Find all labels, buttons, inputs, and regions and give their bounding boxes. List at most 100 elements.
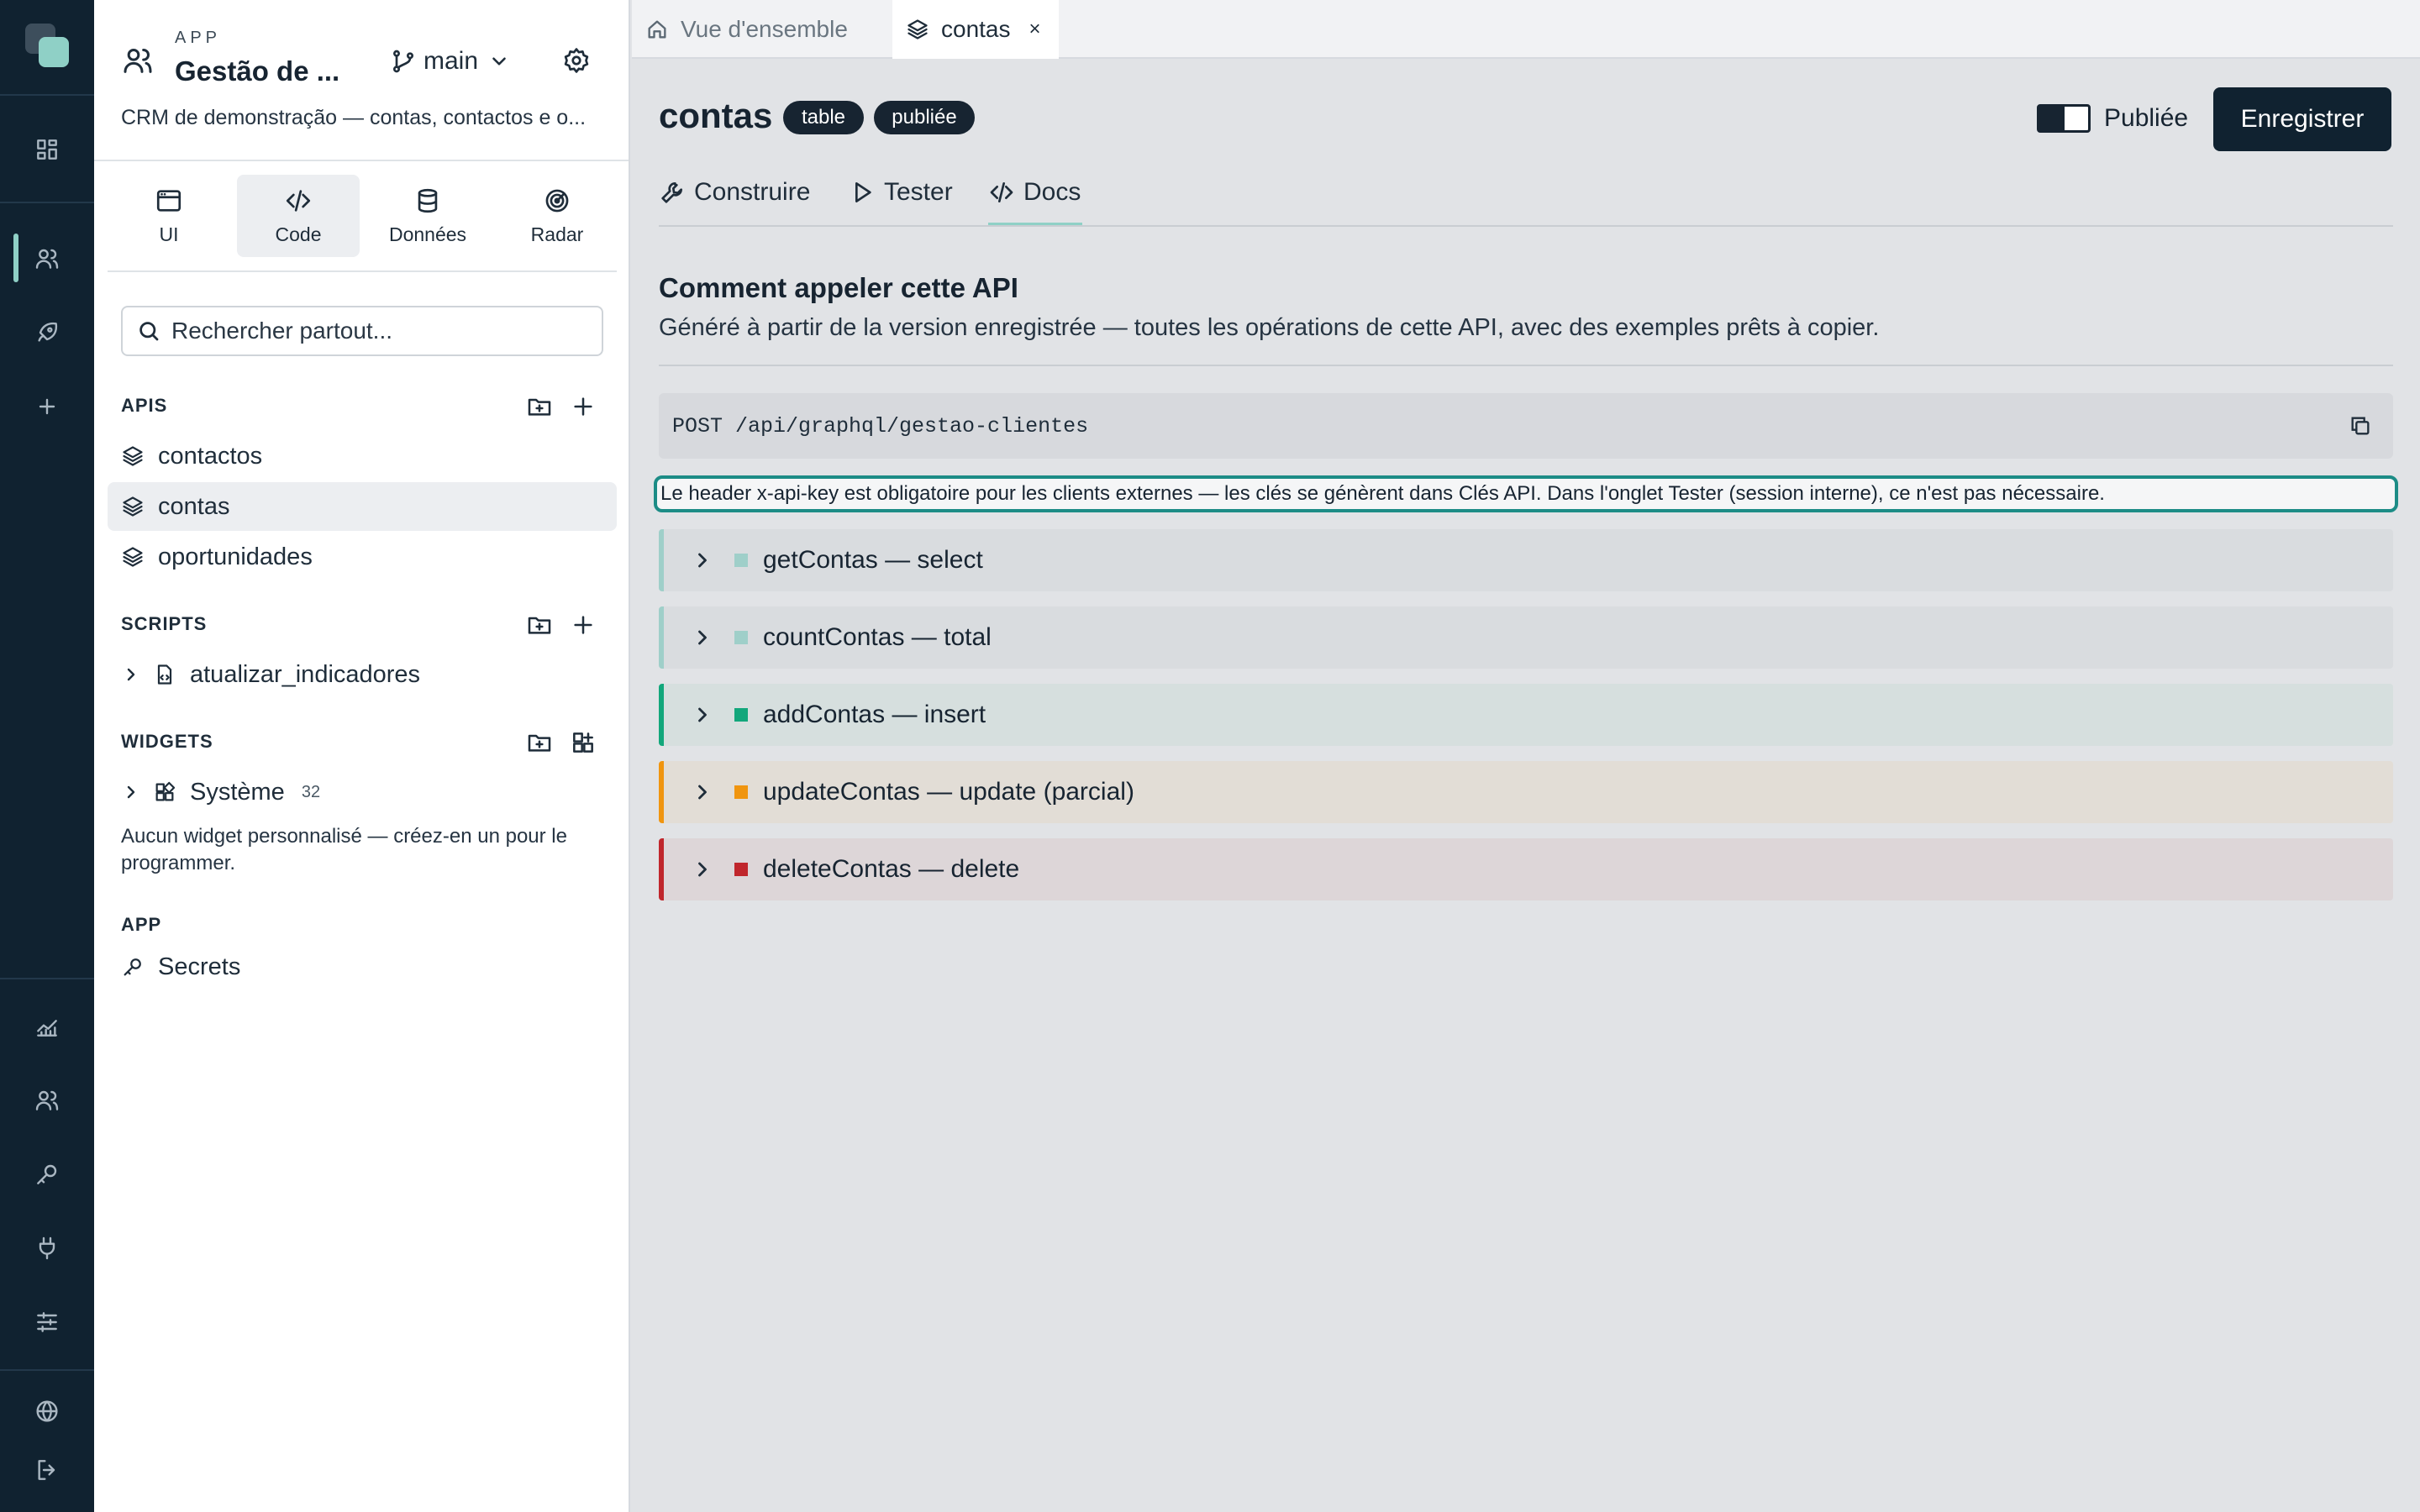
endpoint-box: POST /api/graphql/gestao-clientes (659, 393, 2393, 459)
publish-toggle[interactable] (2037, 104, 2091, 133)
tool-tab-code[interactable]: Code (237, 175, 360, 257)
chevron-right-icon (698, 862, 707, 877)
sliders-icon[interactable] (24, 1299, 71, 1346)
layers-icon (123, 496, 143, 517)
operation-label: updateContas — update (parcial) (763, 778, 1134, 806)
folder-plus-icon (528, 398, 551, 416)
tab-label: contas (941, 16, 1011, 42)
chevron-right-icon (698, 785, 707, 800)
chevron-right-icon (698, 630, 707, 645)
chevron-right-icon (127, 668, 135, 681)
add-script-button[interactable] (566, 608, 600, 642)
copy-icon (2351, 417, 2370, 435)
operation-type-marker (734, 554, 748, 567)
status-badge: publiée (874, 101, 975, 134)
api-item-label: contactos (158, 442, 263, 470)
section-heading: Comment appeler cette API (659, 272, 1018, 303)
rocket-icon[interactable] (24, 309, 71, 356)
tab-contas[interactable]: contas × (892, 0, 1059, 59)
widgets-empty-note: Aucun widget personnalisé — créez-en un … (121, 825, 567, 874)
api-item-contactos[interactable]: contactos (108, 432, 617, 480)
operation-row[interactable]: addContas — insert (659, 684, 2393, 746)
folder-plus-icon (528, 617, 551, 634)
app-eyebrow: APP (175, 29, 222, 47)
rail-divider (0, 94, 94, 96)
section-title-app: APP (121, 914, 162, 935)
search-input[interactable] (121, 306, 603, 356)
tab-docs[interactable]: Docs (988, 171, 1081, 213)
dashboard-icon[interactable] (24, 126, 71, 173)
plus-icon (574, 397, 592, 416)
sidebar-divider (94, 160, 629, 161)
api-item-oportunidades[interactable]: oportunidades (108, 533, 617, 581)
chart-icon[interactable] (24, 1003, 71, 1050)
api-item-label: oportunidades (158, 543, 313, 570)
widget-group-label: Système (190, 778, 285, 806)
operation-type-marker (734, 863, 748, 876)
operation-label: addContas — insert (763, 701, 986, 728)
new-folder-button[interactable] (523, 608, 556, 642)
tab-label: Construire (694, 178, 811, 206)
close-tab-button[interactable]: × (1029, 18, 1041, 41)
chevron-down-icon (492, 57, 506, 66)
copy-button[interactable] (2346, 412, 2375, 440)
globe-icon[interactable] (24, 1388, 71, 1435)
add-icon[interactable] (24, 383, 71, 430)
gear-icon (564, 48, 589, 73)
operation-row[interactable]: getContas — select (659, 529, 2393, 591)
operation-label: countContas — total (763, 623, 992, 651)
team-icon[interactable] (24, 1077, 71, 1124)
operation-row[interactable]: updateContas — update (parcial) (659, 761, 2393, 823)
branch-selector[interactable]: main (390, 44, 510, 79)
widget-group-systeme[interactable]: Système 32 (108, 768, 617, 816)
logo[interactable] (24, 22, 71, 72)
sidebar-divider (108, 270, 617, 272)
add-api-button[interactable] (566, 390, 600, 423)
settings-button[interactable] (558, 42, 595, 79)
section-divider (659, 365, 2393, 366)
tabs-divider (659, 225, 2393, 227)
operation-row[interactable]: countContas — total (659, 606, 2393, 669)
tab-construire[interactable]: Construire (659, 171, 810, 213)
operation-type-marker (734, 708, 748, 722)
tool-tab-ui[interactable]: UI (108, 175, 230, 257)
home-icon (648, 20, 666, 39)
app-item-label: Secrets (158, 953, 241, 980)
tab-tester[interactable]: Tester (849, 171, 953, 213)
tab-vue-ensemble[interactable]: Vue d'ensemble (645, 0, 868, 59)
new-folder-button[interactable] (523, 726, 556, 759)
script-item-atualizar-indicadores[interactable]: atualizar_indicadores (108, 650, 617, 699)
api-item-contas[interactable]: contas (108, 482, 617, 531)
key-icon (124, 958, 141, 976)
operation-row[interactable]: deleteContas — delete (659, 838, 2393, 900)
plug-icon[interactable] (24, 1225, 71, 1272)
app-rail (0, 0, 94, 1512)
operation-type-marker (734, 785, 748, 799)
chevron-right-icon (698, 707, 707, 722)
script-file-icon (157, 664, 172, 685)
logout-icon[interactable] (24, 1446, 71, 1494)
endpoint-url: POST /api/graphql/gestao-clientes (672, 413, 1089, 438)
code-icon (286, 190, 311, 212)
tool-tab-radar[interactable]: Radar (496, 175, 618, 257)
section-title-widgets: WIDGETS (121, 731, 213, 752)
key-icon[interactable] (24, 1151, 71, 1198)
tab-label: Vue d'ensemble (681, 16, 848, 42)
users-icon[interactable] (24, 235, 71, 282)
layers-icon (123, 547, 143, 567)
app-name: Gestão de ... (175, 55, 340, 87)
users-icon (121, 44, 155, 77)
radar-icon (545, 189, 569, 213)
api-item-label: contas (158, 492, 230, 520)
play-icon (855, 182, 871, 202)
add-widget-button[interactable] (566, 726, 600, 759)
save-button[interactable]: Enregistrer (2213, 87, 2391, 151)
tool-tab-donnees[interactable]: Données (366, 175, 489, 257)
chevron-right-icon (127, 785, 135, 799)
publish-toggle-label: Publiée (2104, 104, 2189, 132)
search-field[interactable] (171, 318, 575, 344)
app-item-secrets[interactable]: Secrets (108, 942, 617, 991)
widget-count-badge: 32 (301, 782, 321, 801)
widget-grid-icon (155, 781, 176, 801)
new-folder-button[interactable] (523, 390, 556, 423)
